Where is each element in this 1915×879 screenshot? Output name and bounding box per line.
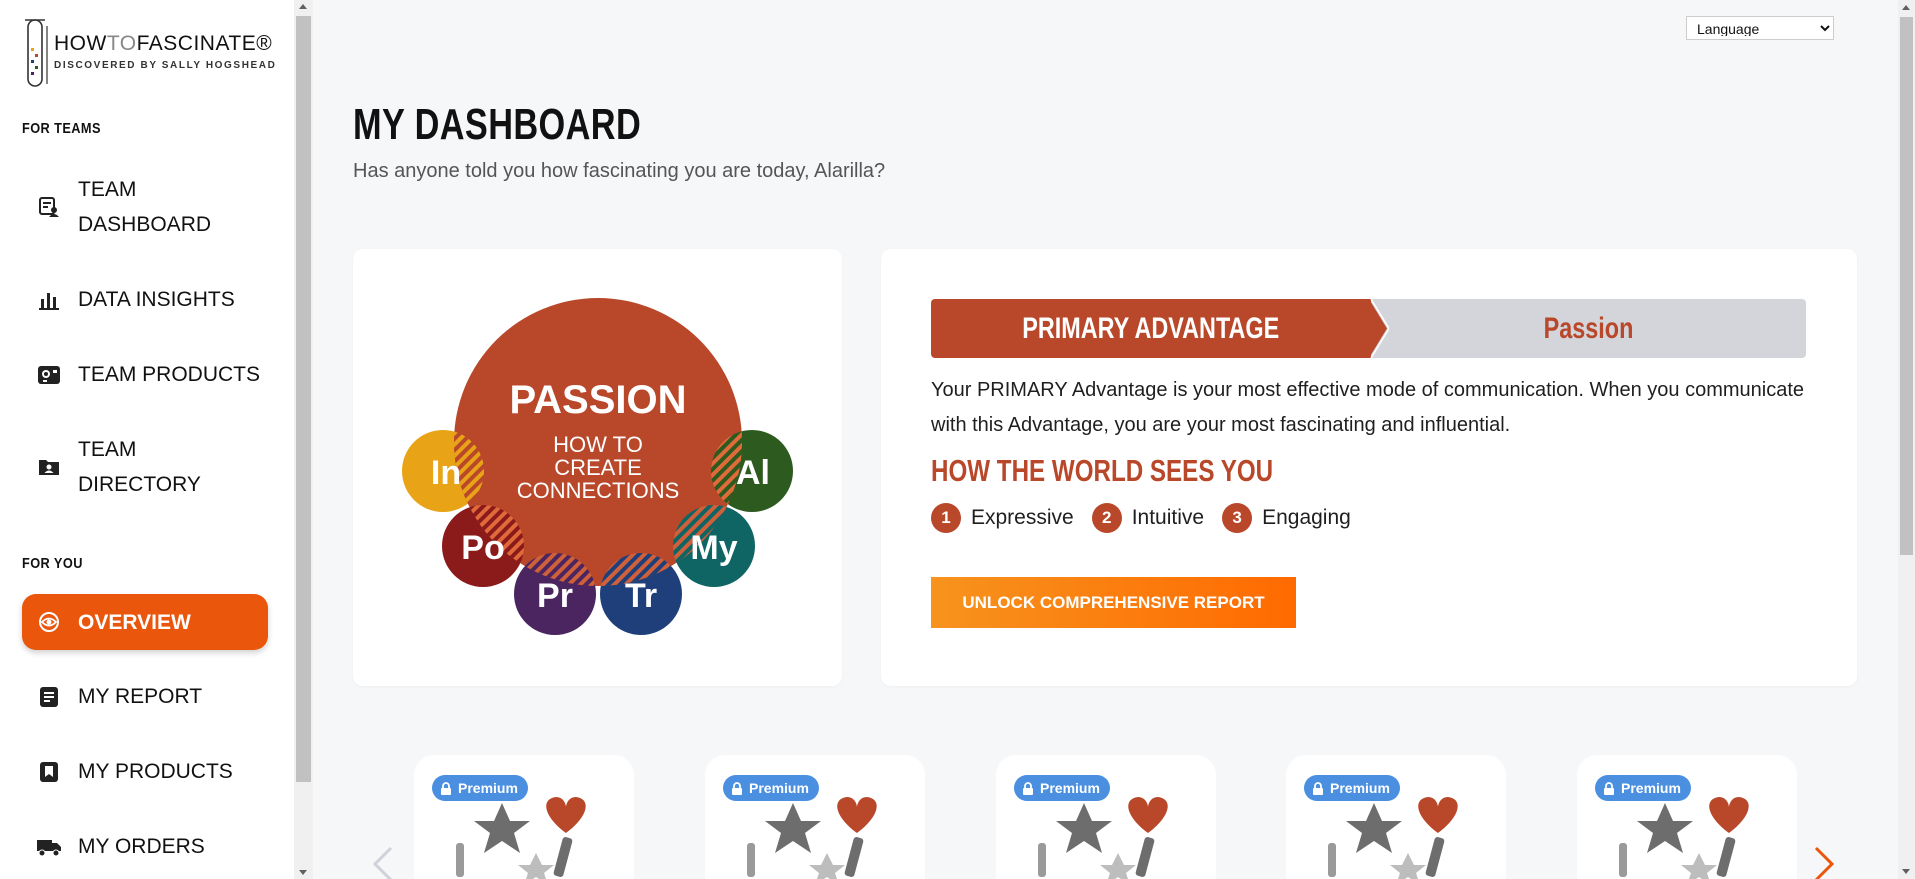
- world-sees-you-title: HOW THE WORLD SEES YOU: [931, 453, 1274, 488]
- brand-name: HOWTOFASCINATE®: [54, 32, 273, 55]
- unlock-report-button[interactable]: UNLOCK COMPREHENSIVE REPORT: [931, 577, 1296, 628]
- bookmark-icon: [36, 759, 62, 785]
- page-scrollbar[interactable]: [1898, 0, 1915, 879]
- product-art: [1328, 797, 1458, 879]
- sidebar: HOWTOFASCINATE® DISCOVERED BY SALLY HOGS…: [0, 0, 294, 879]
- team-products-icon: [36, 362, 62, 388]
- passion-sub1: HOW TO: [553, 432, 643, 457]
- bubble-in-label: In: [431, 454, 461, 492]
- scroll-down-arrow-icon[interactable]: [1902, 869, 1910, 874]
- product-art: [1038, 797, 1168, 879]
- page-subtitle: Has anyone told you how fascinating you …: [353, 160, 886, 182]
- trait-item: 1 Expressive: [931, 503, 1074, 533]
- sidebar-scroll-thumb[interactable]: [296, 16, 311, 782]
- report-icon: [36, 684, 62, 710]
- advantage-graphic-card: PASSION HOW TO CREATE CONNECTIONS In Po …: [353, 249, 842, 686]
- nav-my-orders[interactable]: MY ORDERS: [22, 829, 268, 864]
- advantage-description: Your PRIMARY Advantage is your most effe…: [931, 379, 1805, 436]
- language-select[interactable]: Language: [1686, 16, 1834, 40]
- product-card[interactable]: Premium: [705, 755, 925, 879]
- primary-advantage-value: Passion: [1371, 299, 1806, 358]
- chevron-right-icon: [1369, 299, 1389, 358]
- page-scroll-thumb[interactable]: [1900, 17, 1913, 555]
- nav-team-directory[interactable]: TEAM DIRECTORY: [22, 432, 268, 502]
- page-title: MY DASHBOARD: [353, 100, 642, 149]
- scroll-up-arrow-icon[interactable]: [299, 4, 307, 9]
- product-art: [1619, 797, 1749, 879]
- eye-icon: [36, 609, 62, 635]
- advantage-graphic: PASSION HOW TO CREATE CONNECTIONS In Po …: [402, 298, 793, 635]
- nav-team-products[interactable]: TEAM PRODUCTS: [22, 357, 268, 392]
- traits-list: 1 Expressive 2 Intuitive 3 Engaging: [931, 503, 1369, 533]
- trait-item: 3 Engaging: [1222, 503, 1351, 533]
- brand-tagline: DISCOVERED BY SALLY HOGSHEAD: [54, 60, 277, 71]
- product-art: [747, 797, 877, 879]
- for-teams-label: FOR TEAMS: [22, 120, 101, 137]
- nav-team-dashboard[interactable]: TEAM DASHBOARD: [22, 172, 268, 242]
- bubble-po-label: Po: [461, 529, 504, 567]
- primary-advantage-label: PRIMARY ADVANTAGE: [931, 299, 1371, 358]
- brand-logo[interactable]: HOWTOFASCINATE® DISCOVERED BY SALLY HOGS…: [22, 18, 282, 90]
- nav-my-products[interactable]: MY PRODUCTS: [22, 754, 268, 789]
- carousel-prev-icon[interactable]: [367, 844, 397, 879]
- passion-sub2: CREATE: [554, 455, 642, 480]
- bubble-my-label: My: [690, 529, 737, 567]
- nav-my-report[interactable]: MY REPORT: [22, 679, 268, 714]
- nav-overview[interactable]: OVERVIEW: [22, 594, 268, 650]
- product-card[interactable]: Premium: [996, 755, 1216, 879]
- team-dashboard-icon: [36, 194, 62, 220]
- passion-title: PASSION: [509, 378, 686, 422]
- sidebar-scrollbar[interactable]: [294, 0, 313, 879]
- for-you-label: FOR YOU: [22, 555, 83, 572]
- product-art: [456, 797, 586, 879]
- product-card[interactable]: Premium: [414, 755, 634, 879]
- bubble-pr-label: Pr: [537, 577, 573, 615]
- bar-chart-icon: [36, 287, 62, 313]
- trait-item: 2 Intuitive: [1091, 503, 1204, 533]
- bubble-al-label: Al: [736, 454, 770, 492]
- folder-user-icon: [36, 454, 62, 480]
- scroll-up-arrow-icon[interactable]: [1902, 5, 1910, 10]
- bubble-tr-label: Tr: [625, 577, 657, 615]
- product-card[interactable]: Premium: [1286, 755, 1506, 879]
- scroll-down-arrow-icon[interactable]: [299, 870, 307, 875]
- carousel-next-icon[interactable]: [1810, 844, 1840, 879]
- nav-data-insights[interactable]: DATA INSIGHTS: [22, 282, 268, 317]
- product-card[interactable]: Premium: [1577, 755, 1797, 879]
- advantage-bar: PRIMARY ADVANTAGE Passion: [931, 299, 1806, 358]
- test-tube-icon: [25, 19, 48, 87]
- truck-icon: [36, 834, 62, 860]
- primary-advantage-card: PRIMARY ADVANTAGE Passion Your PRIMARY A…: [881, 249, 1857, 686]
- passion-sub3: CONNECTIONS: [517, 478, 680, 503]
